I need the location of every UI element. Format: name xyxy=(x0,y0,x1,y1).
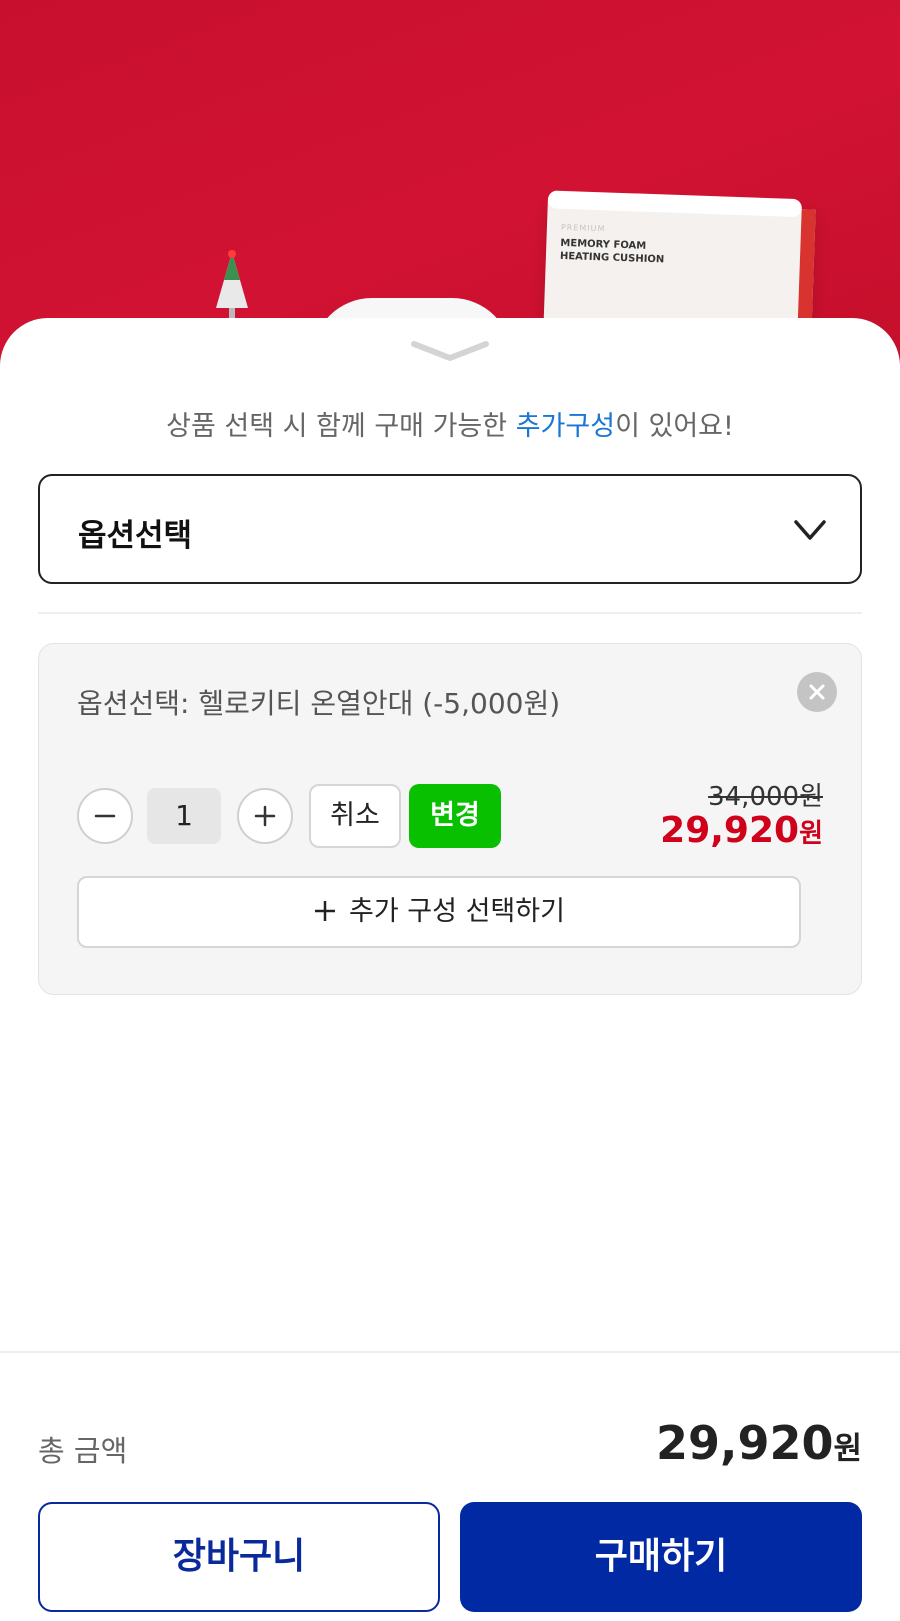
notice-highlight-link[interactable]: 추가구성 xyxy=(516,411,615,442)
original-price: 34,000원 xyxy=(708,782,823,812)
selected-option-text: 옵션선택: 헬로키티 온열안대 (-5,000원) xyxy=(77,687,561,720)
christmas-tree-ornament xyxy=(216,250,248,318)
total-price: 29,920원 xyxy=(656,1416,862,1470)
quantity-increase-button[interactable] xyxy=(237,788,293,844)
quantity-input[interactable]: 1 xyxy=(147,788,221,844)
sale-price-number: 29,920 xyxy=(660,810,800,851)
box-title-line2: HEATING CUSHION xyxy=(559,250,665,266)
chevron-down-icon[interactable] xyxy=(410,338,490,364)
sale-price-unit: 원 xyxy=(799,819,823,849)
box-title-line1: MEMORY FOAM xyxy=(560,237,647,252)
cancel-button[interactable]: 취소 xyxy=(309,784,401,848)
total-price-number: 29,920 xyxy=(655,1416,834,1470)
buy-now-button[interactable]: 구매하기 xyxy=(460,1502,862,1612)
sale-price: 29,920원 xyxy=(660,810,823,851)
minus-icon xyxy=(94,814,116,818)
footer-divider xyxy=(0,1351,900,1353)
box-small-label: PREMIUM xyxy=(560,222,606,234)
divider xyxy=(38,612,862,614)
option-select-label: 옵션선택 xyxy=(78,518,193,554)
addon-notice: 상품 선택 시 함께 구매 가능한 추가구성이 있어요! xyxy=(0,404,900,443)
notice-suffix: 이 있어요! xyxy=(615,411,734,442)
option-select-dropdown[interactable]: 옵션선택 xyxy=(38,474,862,584)
total-price-unit: 원 xyxy=(833,1431,862,1467)
add-component-label: 추가 구성 선택하기 xyxy=(349,896,565,927)
chevron-down-icon xyxy=(794,520,826,540)
plus-icon xyxy=(315,900,336,921)
add-to-cart-button[interactable]: 장바구니 xyxy=(38,1502,440,1612)
selected-option-card: 옵션선택: 헬로키티 온열안대 (-5,000원) 1 취소 변경 34,000… xyxy=(38,643,862,995)
box-title: MEMORY FOAM HEATING CUSHION xyxy=(560,237,665,267)
plus-icon xyxy=(254,805,276,827)
add-component-button[interactable]: 추가 구성 선택하기 xyxy=(77,876,801,948)
notice-prefix: 상품 선택 시 함께 구매 가능한 xyxy=(166,411,516,442)
remove-option-button[interactable] xyxy=(797,672,837,712)
change-button[interactable]: 변경 xyxy=(409,784,501,848)
close-icon xyxy=(809,684,825,700)
total-label: 총 금액 xyxy=(38,1434,128,1468)
quantity-decrease-button[interactable] xyxy=(77,788,133,844)
